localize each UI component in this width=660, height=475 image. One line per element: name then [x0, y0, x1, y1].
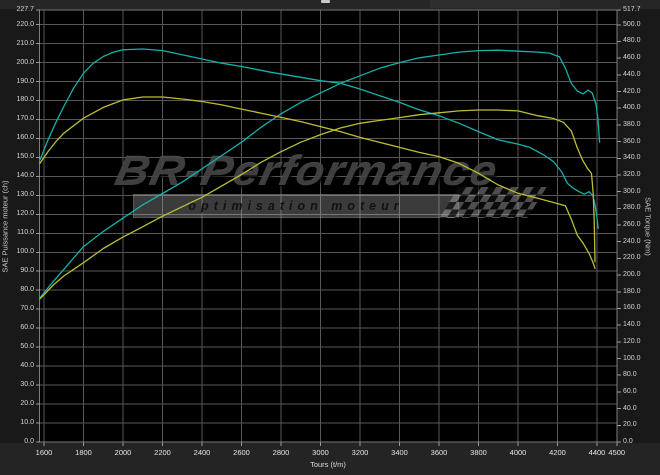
x-tick-label: 3800	[470, 448, 487, 457]
curve-cyan-power	[39, 49, 601, 299]
curve-yellow-power	[39, 109, 596, 300]
left-axis-title: SAE Puissance moteur (ch)	[0, 180, 10, 273]
x-tick-label: 2800	[272, 448, 290, 457]
x-axis-title: Tours (t/m)	[310, 460, 346, 469]
x-tick-label: 4500	[608, 448, 626, 457]
x-tick-label: 1600	[35, 448, 53, 457]
x-tick-label: 3200	[351, 448, 369, 457]
x-tick-label: 3600	[430, 448, 448, 457]
x-tick-label: 2000	[114, 448, 132, 457]
x-tick-label: 1800	[75, 448, 92, 457]
x-tick-label: 4000	[509, 448, 527, 457]
curves-layer	[39, 48, 601, 300]
curve-yellow-torque	[39, 96, 596, 270]
dyno-chart-screen: { "axes": { "left": { "title": "SAE Puis…	[0, 0, 660, 475]
x-tick-label: 2400	[193, 448, 211, 457]
x-tick-label: 2200	[154, 448, 171, 457]
x-tick-label: 3000	[312, 448, 329, 457]
x-tick-label: 2600	[233, 448, 250, 457]
right-axis-title: SAE Torque (Nm)	[643, 197, 653, 256]
x-tick-label: 3400	[391, 448, 408, 457]
curve-cyan-torque	[39, 48, 599, 230]
x-tick-label: 4200	[549, 448, 566, 457]
